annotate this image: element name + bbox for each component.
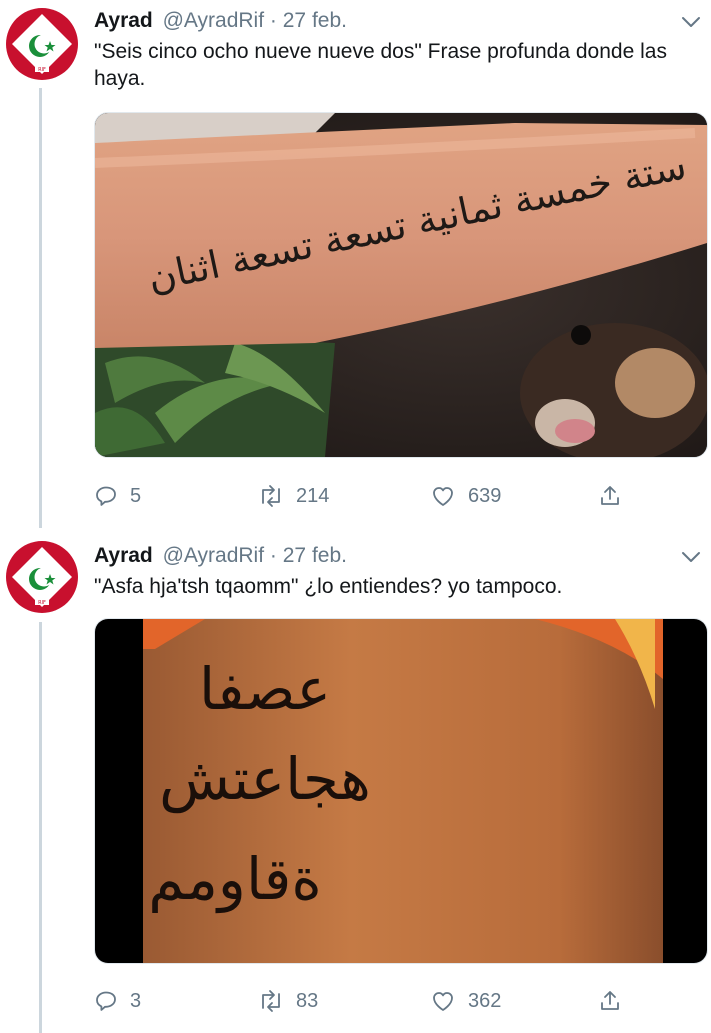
retweet-icon (262, 990, 280, 1012)
like-icon (433, 487, 453, 506)
chevron-down-icon[interactable] (679, 10, 703, 34)
tattoo-line: هجاعتش (159, 745, 371, 813)
avatar[interactable]: RIF (6, 8, 78, 80)
reply-icon (96, 486, 116, 506)
tattoo-line: عصفا (199, 655, 331, 723)
author-name[interactable]: Ayrad (94, 9, 153, 32)
retweet-count: 214 (296, 484, 330, 507)
svg-text:RIF: RIF (38, 67, 46, 73)
retweet-button[interactable]: 214 (258, 481, 329, 511)
retweet-button[interactable]: 83 (258, 986, 318, 1016)
tattoo-line: ةقاومم (148, 845, 321, 914)
like-count: 639 (468, 484, 502, 507)
separator-dot: · (269, 544, 277, 567)
tweet-date[interactable]: 27 feb. (283, 544, 347, 567)
retweet-icon (262, 485, 280, 507)
tweet-image[interactable]: ستة خمسة ثمانية تسعة تسعة اثنان (94, 112, 708, 458)
tweet-header: Ayrad @AyradRif · 27 feb. (94, 8, 347, 34)
avatar[interactable]: RIF (6, 541, 78, 613)
like-button[interactable]: 362 (430, 986, 501, 1016)
author-handle[interactable]: @AyradRif (163, 9, 264, 32)
separator-dot: · (269, 9, 277, 32)
tweet-1[interactable]: RIF Ayrad @AyradRif · 27 feb. "Seis cinc… (0, 0, 711, 530)
reply-button[interactable]: 5 (94, 481, 141, 511)
reply-count: 5 (130, 484, 142, 507)
tweet-2[interactable]: RIF Ayrad @AyradRif · 27 feb. "Asfa hja'… (0, 535, 711, 1033)
reply-button[interactable]: 3 (94, 986, 141, 1016)
tweet-actions: 3 83 362 (94, 986, 706, 1016)
like-count: 362 (468, 989, 502, 1012)
tweet-text: "Seis cinco ocho nueve nueve dos" Frase … (94, 40, 667, 90)
chevron-down-icon[interactable] (679, 545, 703, 569)
author-handle[interactable]: @AyradRif (163, 544, 264, 567)
reply-count: 3 (130, 989, 142, 1012)
reply-icon (96, 991, 116, 1011)
tweet-header: Ayrad @AyradRif · 27 feb. (94, 543, 347, 569)
retweet-count: 83 (296, 989, 319, 1012)
svg-text:RIF: RIF (38, 600, 46, 606)
tweet-image[interactable]: عصفا هجاعتش ةقاومم (94, 618, 708, 964)
share-button[interactable] (598, 481, 622, 511)
author-name[interactable]: Ayrad (94, 544, 153, 567)
like-icon (433, 992, 453, 1011)
share-icon (601, 991, 619, 1010)
share-icon (601, 486, 619, 505)
tweet-date[interactable]: 27 feb. (283, 9, 347, 32)
like-button[interactable]: 639 (430, 481, 501, 511)
share-button[interactable] (598, 986, 622, 1016)
tweet-text: "Asfa hja'tsh tqaomm" ¿lo entiendes? yo … (94, 575, 563, 598)
tweet-actions: 5 214 639 (94, 481, 706, 511)
